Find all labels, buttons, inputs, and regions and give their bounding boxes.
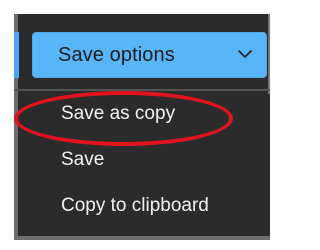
save-options-label: Save options bbox=[58, 43, 175, 66]
save-options-panel: Save options Save as copy Save Copy to c… bbox=[14, 14, 270, 240]
save-options-menu: Save as copy Save Copy to clipboard bbox=[22, 94, 270, 236]
menu-divider bbox=[14, 89, 270, 91]
menu-item-save-as-copy[interactable]: Save as copy bbox=[22, 94, 270, 134]
chevron-down-icon[interactable] bbox=[237, 48, 253, 60]
menu-item-label: Save as copy bbox=[61, 103, 176, 124]
save-options-button[interactable]: Save options bbox=[32, 32, 267, 78]
menu-item-label: Copy to clipboard bbox=[61, 195, 209, 216]
accent-strip bbox=[14, 32, 19, 78]
menu-item-save[interactable]: Save bbox=[22, 140, 270, 180]
menu-item-copy-to-clipboard[interactable]: Copy to clipboard bbox=[22, 186, 270, 226]
bottom-border bbox=[14, 236, 270, 240]
menu-item-label: Save bbox=[61, 149, 105, 170]
